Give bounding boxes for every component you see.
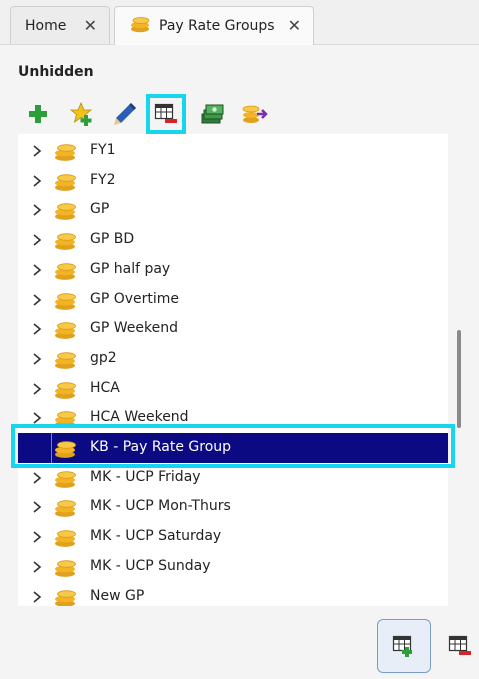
tab-pay-rate-groups-label: Pay Rate Groups [159,18,275,34]
chevron-right-icon[interactable] [30,352,44,366]
money-button[interactable] [192,94,232,134]
chevron-right-icon[interactable] [30,500,44,514]
tree-row[interactable]: GP Weekend [18,314,448,344]
coins-icon [53,201,79,225]
tree-row[interactable]: FY1 [18,136,448,166]
chevron-right-icon[interactable] [30,411,44,425]
coins-icon [53,231,79,255]
coins-icon [53,261,79,285]
coins-icon [53,528,79,552]
pay-rate-group-tree[interactable]: FY1 FY2 GP GP BD GP half pay GP Overtime GP We… [18,134,448,606]
tab-home-label: Home [25,17,67,34]
tree-row[interactable]: GP [18,195,448,225]
tree-row-label: MK - UCP Mon-Thurs [90,498,231,515]
coins-icon [129,15,151,37]
chevron-right-icon[interactable] [30,174,44,188]
tree-row[interactable]: GP Overtime [18,285,448,315]
add-button[interactable] [18,94,58,134]
coins-icon [53,380,79,404]
tree-row-label: FY1 [90,142,116,158]
tree-row[interactable]: New GP [18,582,448,606]
chevron-right-icon[interactable] [30,293,44,307]
tree-row-label: GP Overtime [90,290,180,307]
money-stack-icon [201,104,224,124]
chevron-right-icon[interactable] [30,144,44,158]
export-coins-button[interactable] [235,94,275,134]
tree-row[interactable]: KB - Pay Rate Group [18,433,448,463]
coins-icon [53,409,79,433]
coins-icon [53,498,79,522]
coins-icon [53,320,79,344]
tree-row[interactable]: GP BD [18,225,448,255]
tab-home[interactable]: Home ✕ [10,6,110,44]
tree-row[interactable]: MK - UCP Friday [18,463,448,493]
close-icon[interactable]: ✕ [84,16,97,35]
add-table-icon [392,635,412,657]
tree-row-label: gp2 [90,349,117,366]
chevron-right-icon[interactable] [30,471,44,485]
coins-icon [53,172,79,196]
edit-button[interactable] [105,94,145,134]
coins-export-icon [242,105,268,123]
coins-icon [53,469,79,493]
chevron-right-icon[interactable] [30,590,44,604]
tree-row-label: GP BD [90,231,135,248]
tree-row[interactable]: MK - UCP Mon-Thurs [18,492,448,522]
toolbar [18,94,478,134]
tree-row-label: MK - UCP Friday [90,468,201,485]
remove-table-icon [154,103,177,123]
vertical-scrollbar[interactable] [454,134,464,606]
chevron-right-icon[interactable] [30,530,44,544]
tree-guide-line [51,433,52,463]
tree-row-label: HCA Weekend [90,409,189,426]
chevron-right-icon[interactable] [30,382,44,396]
tree-row[interactable]: HCA Weekend [18,403,448,433]
add-table-button[interactable] [377,619,431,673]
tree-row-label: GP half pay [90,260,171,277]
tree-row-label: MK - UCP Saturday [90,528,222,545]
tree-row[interactable]: MK - UCP Sunday [18,552,448,582]
tree-row-label: KB - Pay Rate Group [90,439,232,455]
add-from-template-button[interactable] [62,94,102,134]
tab-bar: Home ✕ Pay Rate Groups ✕ [0,0,479,45]
tab-pay-rate-groups[interactable]: Pay Rate Groups ✕ [114,6,314,45]
coins-icon [53,588,79,606]
tree-row[interactable]: FY2 [18,166,448,196]
tree-row-label: FY2 [90,171,116,188]
coins-icon [53,291,79,315]
tree-row-label: GP Weekend [90,320,178,337]
coins-icon [53,558,79,582]
coins-icon [53,350,79,374]
tree-row-label: HCA [90,379,120,396]
remove-table-button[interactable] [146,94,186,134]
close-icon[interactable]: ✕ [288,16,301,35]
tree-row-label: GP [90,201,110,218]
tree-row[interactable]: gp2 [18,344,448,374]
chevron-right-icon[interactable] [30,560,44,574]
coins-icon [53,142,79,166]
tree-row-label: MK - UCP Sunday [90,557,211,574]
tree-row[interactable]: HCA [18,374,448,404]
chevron-right-icon[interactable] [30,263,44,277]
coins-icon [53,439,79,463]
chevron-right-icon[interactable] [30,203,44,217]
chevron-right-icon[interactable] [30,322,44,336]
edit-pencil-icon [114,103,136,125]
section-title: Unhidden [18,64,94,80]
tree-row[interactable]: GP half pay [18,255,448,285]
scrollbar-thumb[interactable] [457,330,461,428]
chevron-right-icon[interactable] [30,233,44,247]
tree-row-label: New GP [90,587,145,604]
remove-table-bottom-button[interactable] [433,619,479,673]
tree-row[interactable]: MK - UCP Saturday [18,522,448,552]
remove-table-icon [448,635,471,655]
add-star-icon [69,101,93,126]
add-icon [29,105,47,123]
